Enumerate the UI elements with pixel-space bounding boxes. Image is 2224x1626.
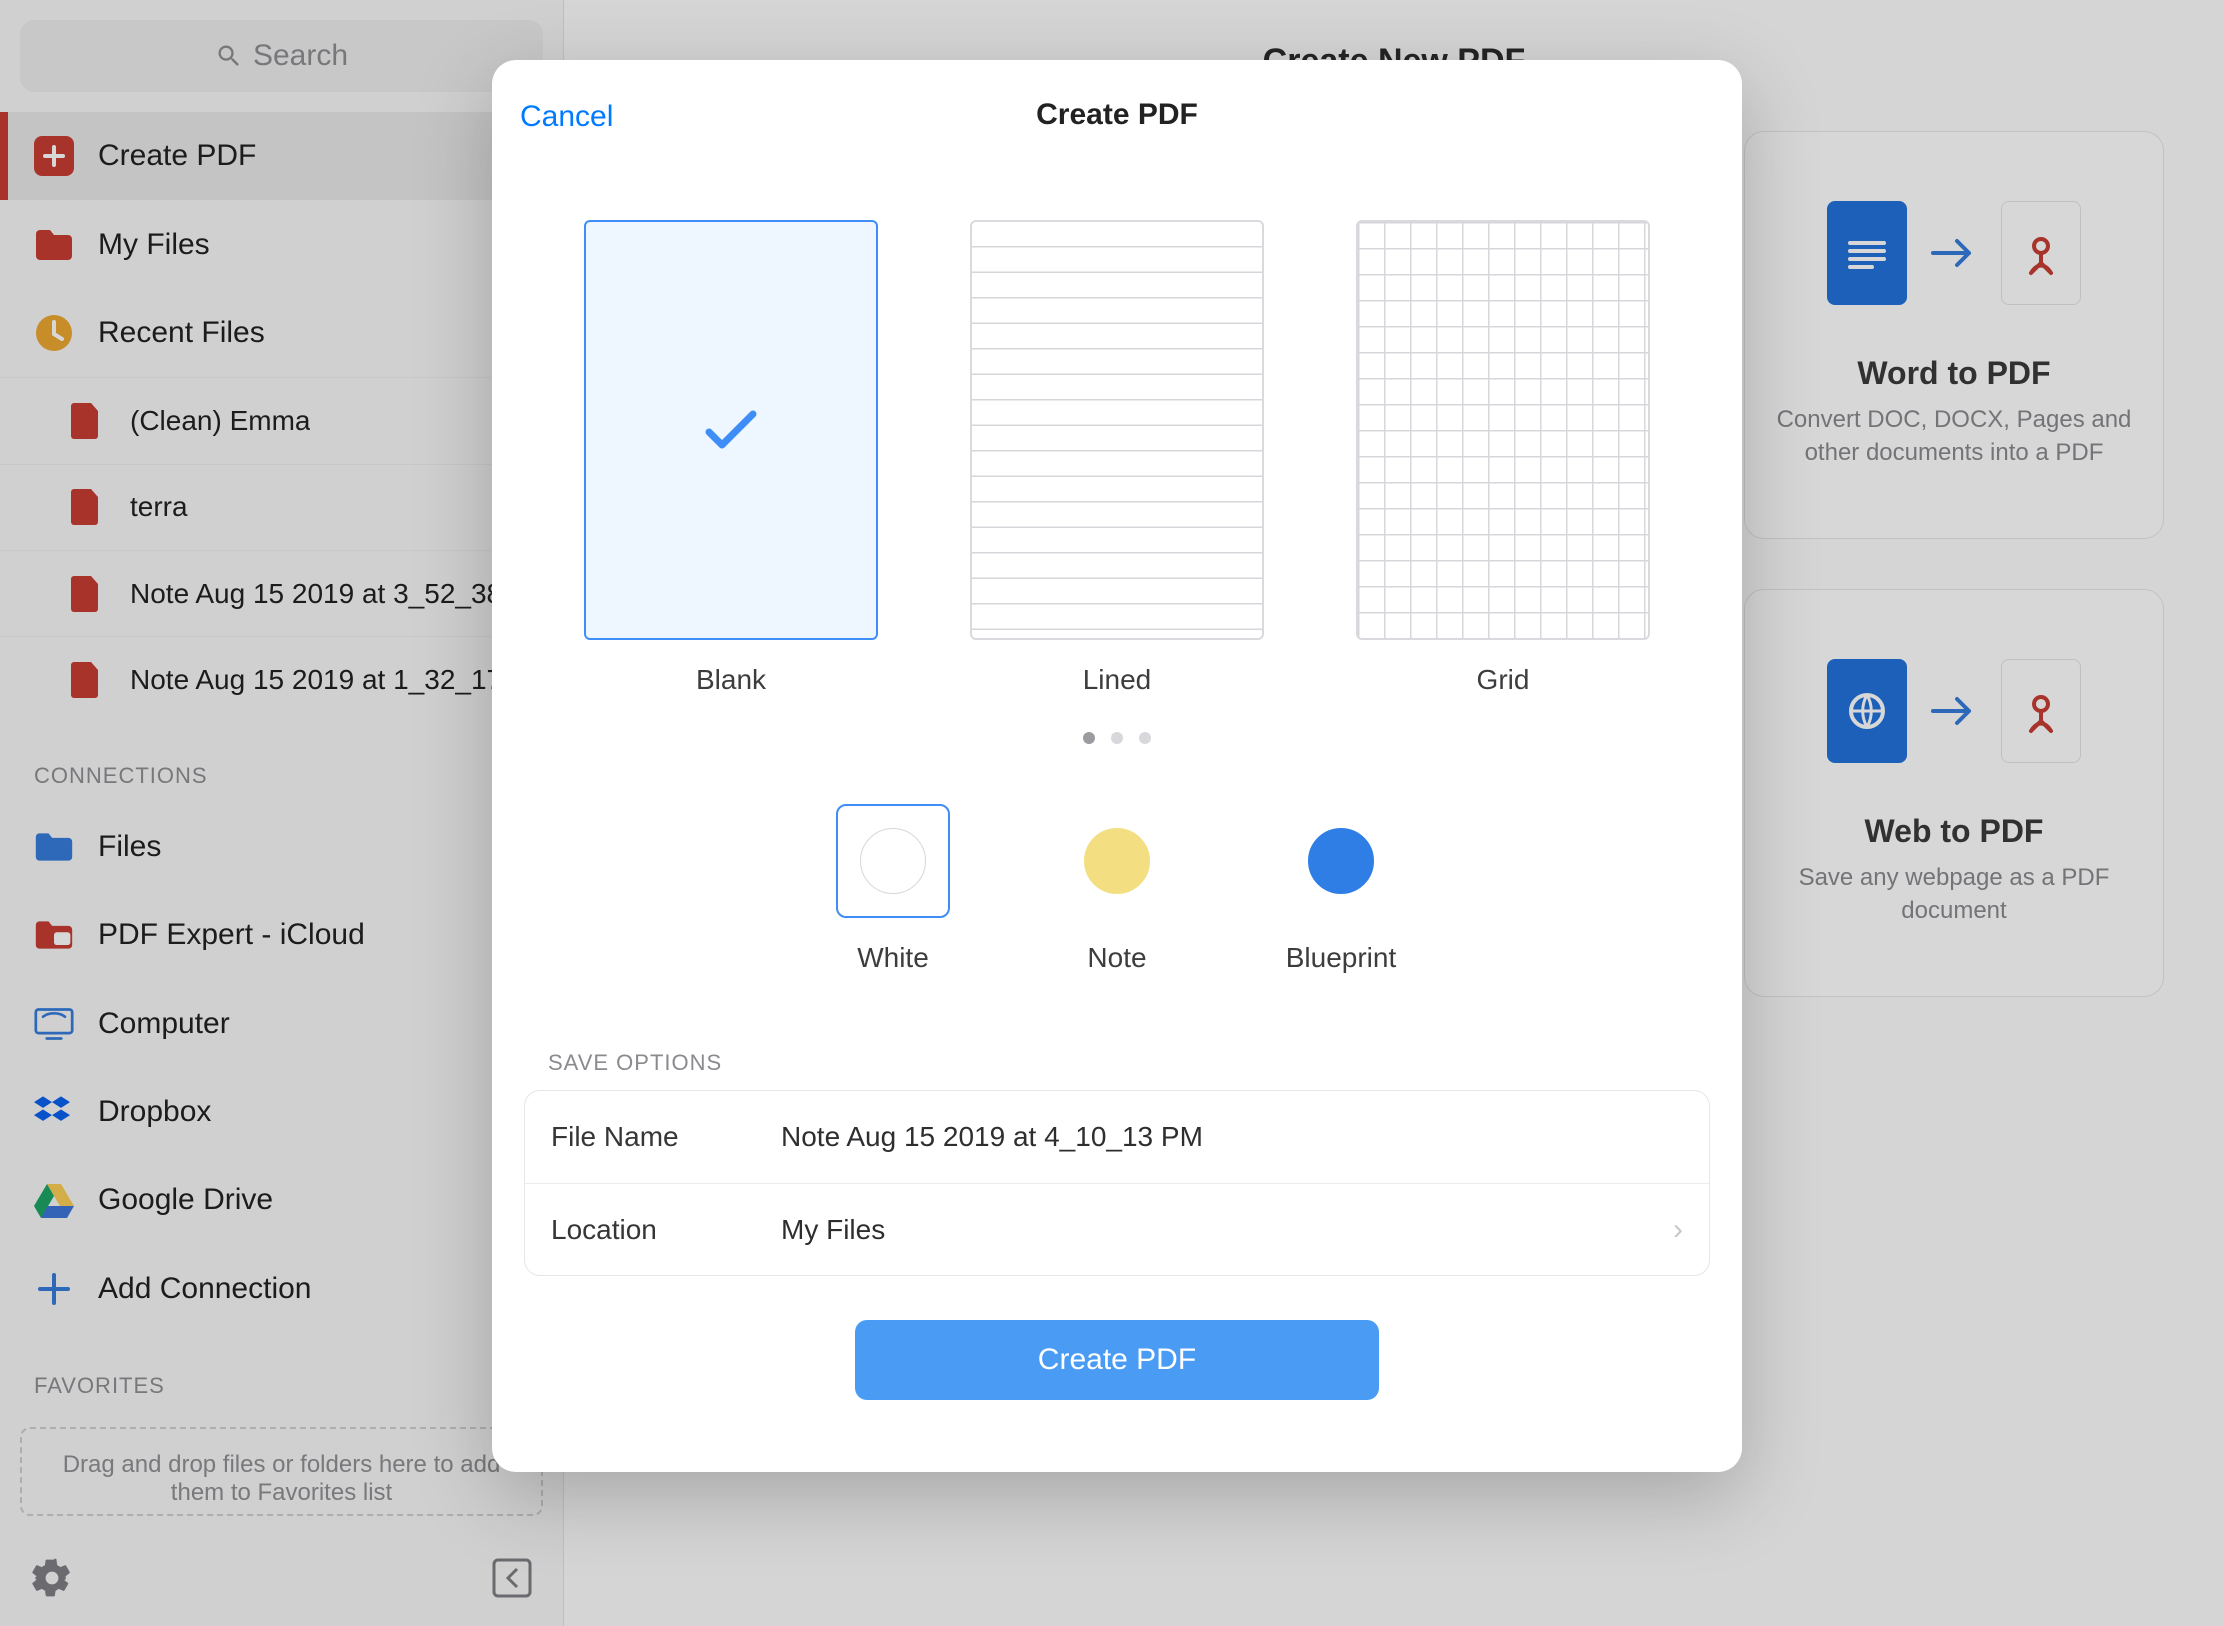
- chevron-right-icon: ›: [1673, 1213, 1683, 1247]
- swatch-icon: [1084, 828, 1150, 894]
- color-label: Note: [1087, 942, 1146, 974]
- color-white[interactable]: White: [836, 804, 950, 974]
- color-note[interactable]: Note: [1060, 804, 1174, 974]
- file-name-value: Note Aug 15 2019 at 4_10_13 PM: [781, 1121, 1683, 1153]
- template-label: Grid: [1477, 664, 1530, 696]
- check-icon: [705, 410, 757, 450]
- color-label: Blueprint: [1286, 942, 1397, 974]
- template-label: Blank: [696, 664, 766, 696]
- create-pdf-button[interactable]: Create PDF: [855, 1320, 1379, 1400]
- color-label: White: [857, 942, 929, 974]
- page-dot[interactable]: [1139, 732, 1151, 744]
- color-picker: White Note Blueprint: [492, 748, 1742, 998]
- template-picker: Blank Lined Grid: [492, 170, 1742, 712]
- color-blueprint[interactable]: Blueprint: [1284, 804, 1398, 974]
- location-row[interactable]: Location My Files ›: [525, 1183, 1709, 1275]
- swatch-icon: [1308, 828, 1374, 894]
- file-name-row[interactable]: File Name Note Aug 15 2019 at 4_10_13 PM: [525, 1091, 1709, 1183]
- file-name-key: File Name: [551, 1121, 781, 1153]
- save-options-header: SAVE OPTIONS: [492, 998, 1742, 1090]
- cancel-button[interactable]: Cancel: [520, 100, 613, 134]
- page-indicator: [492, 712, 1742, 748]
- template-grid[interactable]: Grid: [1356, 220, 1650, 696]
- template-label: Lined: [1083, 664, 1152, 696]
- template-blank[interactable]: Blank: [584, 220, 878, 696]
- create-pdf-modal: Cancel Create PDF Blank Lined Grid White: [492, 60, 1742, 1472]
- page-dot[interactable]: [1111, 732, 1123, 744]
- location-key: Location: [551, 1214, 781, 1246]
- template-lined[interactable]: Lined: [970, 220, 1264, 696]
- page-dot[interactable]: [1083, 732, 1095, 744]
- location-value: My Files: [781, 1214, 1673, 1246]
- modal-title: Create PDF: [1036, 98, 1198, 132]
- swatch-icon: [860, 828, 926, 894]
